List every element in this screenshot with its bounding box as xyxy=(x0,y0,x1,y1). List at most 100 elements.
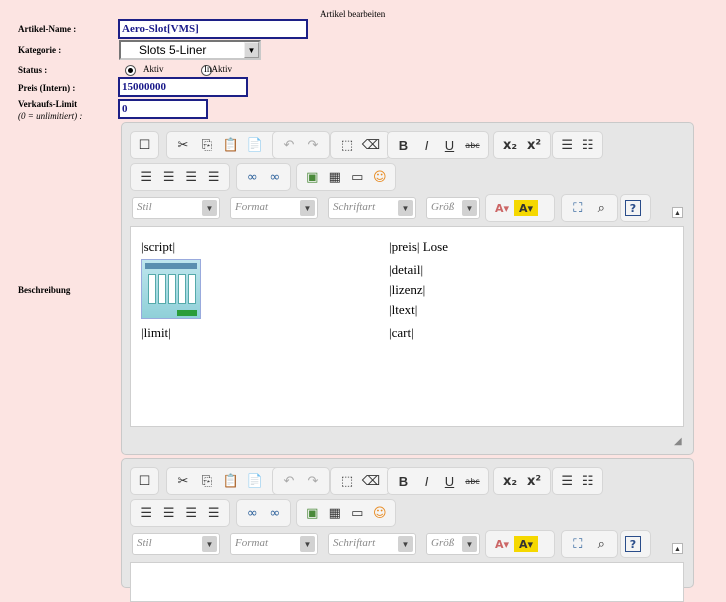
copy-icon[interactable]: ⎘ xyxy=(195,470,219,492)
image-icon[interactable]: ▣ xyxy=(301,166,324,188)
new-page-icon[interactable]: ☐ xyxy=(135,134,154,156)
placeholder-token: |script| xyxy=(141,239,176,254)
paste-word-icon[interactable]: 📄 xyxy=(243,470,267,492)
paste-word-icon[interactable]: 📄 xyxy=(243,134,267,156)
subscript-icon[interactable]: x₂ xyxy=(498,470,522,492)
strikethrough-icon[interactable]: abc xyxy=(461,470,484,492)
chevron-down-icon[interactable]: ▼ xyxy=(462,200,477,216)
toolbar-colors-group: A▾ A▾ xyxy=(485,530,555,558)
align-right-icon[interactable]: ☰ xyxy=(180,166,203,188)
style-combo[interactable]: Stil ▼ xyxy=(132,533,220,555)
bold-icon[interactable]: B xyxy=(392,134,415,156)
link-icon[interactable]: ∞ xyxy=(241,166,264,188)
strikethrough-icon[interactable]: abc xyxy=(461,134,484,156)
smiley-icon[interactable]: ☺ xyxy=(369,166,392,188)
size-combo[interactable]: Größ ▼ xyxy=(426,533,480,555)
size-combo-label: Größ xyxy=(431,537,455,549)
text-color-icon[interactable]: A▾ xyxy=(490,533,514,555)
horizontal-rule-icon[interactable]: ▭ xyxy=(346,166,369,188)
paste-icon[interactable]: 📋 xyxy=(219,134,243,156)
align-right-icon[interactable]: ☰ xyxy=(180,502,203,524)
show-blocks-icon[interactable]: ⌕ xyxy=(590,533,614,555)
thumbnail-header xyxy=(145,263,197,269)
chevron-down-icon[interactable]: ▼ xyxy=(300,200,315,216)
chevron-down-icon[interactable]: ▼ xyxy=(244,42,259,58)
style-combo[interactable]: Stil ▼ xyxy=(132,197,220,219)
align-center-icon[interactable]: ☰ xyxy=(158,502,181,524)
maximize-icon[interactable]: ⛶ xyxy=(566,197,590,219)
superscript-icon[interactable]: x² xyxy=(522,134,546,156)
superscript-icon[interactable]: x² xyxy=(522,470,546,492)
cut-icon[interactable]: ✂ xyxy=(171,134,195,156)
justify-icon[interactable]: ☰ xyxy=(203,166,226,188)
bold-icon[interactable]: B xyxy=(392,470,415,492)
chevron-down-icon[interactable]: ▼ xyxy=(398,536,413,552)
toolbar-colors-group: A▾ A▾ xyxy=(485,194,555,222)
article-name-input[interactable]: Aero-Slot[VMS] xyxy=(118,19,308,39)
undo-icon[interactable]: ↶ xyxy=(277,134,301,156)
table-icon[interactable]: ▦ xyxy=(324,502,347,524)
align-center-icon[interactable]: ☰ xyxy=(158,166,181,188)
font-combo[interactable]: Schriftart ▼ xyxy=(328,197,416,219)
numbered-list-icon[interactable]: ☰ xyxy=(557,134,578,156)
link-icon[interactable]: ∞ xyxy=(241,502,264,524)
justify-icon[interactable]: ☰ xyxy=(203,502,226,524)
remove-format-icon[interactable]: ⌫ xyxy=(359,470,383,492)
select-all-icon[interactable]: ⬚ xyxy=(335,470,359,492)
maximize-icon[interactable]: ⛶ xyxy=(566,533,590,555)
align-left-icon[interactable]: ☰ xyxy=(135,166,158,188)
status-option-active-label: Aktiv xyxy=(143,64,164,74)
toolbar-insert-group: ▣ ▦ ▭ ☺ xyxy=(296,163,396,191)
background-color-icon[interactable]: A▾ xyxy=(514,200,538,216)
copy-icon[interactable]: ⎘ xyxy=(195,134,219,156)
undo-icon[interactable]: ↶ xyxy=(277,470,301,492)
text-color-icon[interactable]: A▾ xyxy=(490,197,514,219)
status-radio-active[interactable] xyxy=(125,65,136,76)
unlink-icon[interactable]: ∞ xyxy=(264,166,287,188)
select-all-icon[interactable]: ⬚ xyxy=(335,134,359,156)
show-blocks-icon[interactable]: ⌕ xyxy=(590,197,614,219)
new-page-icon[interactable]: ☐ xyxy=(135,470,154,492)
toolbar-link-group: ∞ ∞ xyxy=(236,163,291,191)
italic-icon[interactable]: I xyxy=(415,470,438,492)
background-color-icon[interactable]: A▾ xyxy=(514,536,538,552)
category-select[interactable]: Slots 5-Liner ▼ xyxy=(119,40,261,60)
underline-icon[interactable]: U xyxy=(438,134,461,156)
format-combo[interactable]: Format ▼ xyxy=(230,533,318,555)
italic-icon[interactable]: I xyxy=(415,134,438,156)
toolbar-collapse-icon[interactable]: ▲ xyxy=(672,543,683,554)
image-icon[interactable]: ▣ xyxy=(301,502,324,524)
help-icon[interactable]: ? xyxy=(625,200,641,216)
chevron-down-icon[interactable]: ▼ xyxy=(398,200,413,216)
redo-icon[interactable]: ↷ xyxy=(301,470,325,492)
toolbar-collapse-icon[interactable]: ▲ xyxy=(672,207,683,218)
horizontal-rule-icon[interactable]: ▭ xyxy=(346,502,369,524)
resize-handle-icon[interactable]: ◢ xyxy=(674,436,682,447)
chevron-down-icon[interactable]: ▼ xyxy=(462,536,477,552)
smiley-icon[interactable]: ☺ xyxy=(369,502,392,524)
table-icon[interactable]: ▦ xyxy=(324,166,347,188)
chevron-down-icon[interactable]: ▼ xyxy=(202,536,217,552)
size-combo[interactable]: Größ ▼ xyxy=(426,197,480,219)
price-input[interactable]: 15000000 xyxy=(118,77,248,97)
bulleted-list-icon[interactable]: ☷ xyxy=(578,134,599,156)
sales-limit-input[interactable]: 0 xyxy=(118,99,208,119)
numbered-list-icon[interactable]: ☰ xyxy=(557,470,578,492)
bulleted-list-icon[interactable]: ☷ xyxy=(578,470,599,492)
font-combo[interactable]: Schriftart ▼ xyxy=(328,533,416,555)
align-left-icon[interactable]: ☰ xyxy=(135,502,158,524)
editor-content-area[interactable] xyxy=(130,562,684,602)
subscript-icon[interactable]: x₂ xyxy=(498,134,522,156)
format-combo[interactable]: Format ▼ xyxy=(230,197,318,219)
chevron-down-icon[interactable]: ▼ xyxy=(300,536,315,552)
redo-icon[interactable]: ↷ xyxy=(301,134,325,156)
remove-format-icon[interactable]: ⌫ xyxy=(359,134,383,156)
editor-content-area[interactable]: |script| |limit| |preis| Lose |detail| |… xyxy=(130,226,684,427)
unlink-icon[interactable]: ∞ xyxy=(264,502,287,524)
underline-icon[interactable]: U xyxy=(438,470,461,492)
chevron-down-icon[interactable]: ▼ xyxy=(202,200,217,216)
cut-icon[interactable]: ✂ xyxy=(171,470,195,492)
thumbnail-reel xyxy=(148,274,156,304)
paste-icon[interactable]: 📋 xyxy=(219,470,243,492)
help-icon[interactable]: ? xyxy=(625,536,641,552)
